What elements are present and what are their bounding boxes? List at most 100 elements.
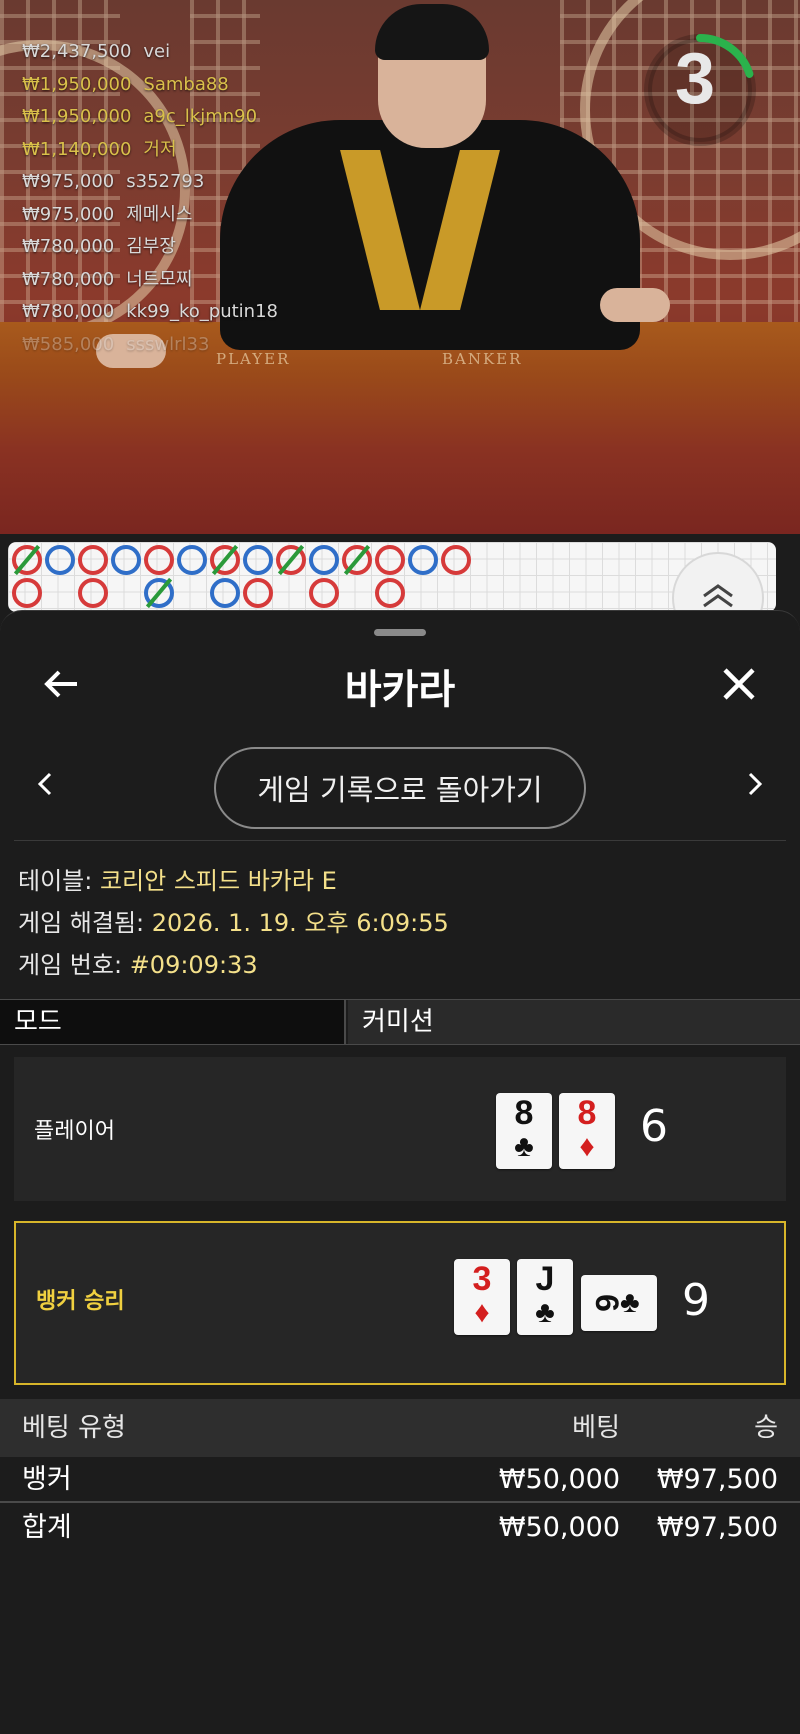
sheet-title: 바카라: [344, 667, 456, 713]
dealer: [220, 120, 640, 350]
winner-amount: ₩1,140,000: [22, 138, 132, 160]
banker-bead: [441, 545, 471, 575]
winner-amount: ₩975,000: [22, 171, 115, 192]
player-bead: [243, 545, 273, 575]
winner-amount: ₩780,000: [22, 268, 115, 290]
table-label-banker: BANKER: [442, 350, 523, 368]
game-number-label: 게임 번호:: [18, 951, 123, 979]
playing-card-sideways: 6 ♣: [581, 1275, 657, 1331]
banker-hand: 뱅커 승리 3 ♦ J ♣ 6 ♣ 9: [14, 1221, 786, 1385]
chevron-left-icon: [37, 772, 52, 796]
player-bead: [177, 545, 207, 575]
player-hand: 플레이어 8 ♣ 8 ♦ 6: [14, 1057, 786, 1201]
winner-name: s352793: [126, 171, 205, 192]
timer-countdown: 3: [674, 39, 716, 119]
total-row: 합계 ₩50,000 ₩97,500: [0, 1505, 800, 1551]
winner-name: 제메시스: [126, 203, 193, 225]
chevron-double-up-icon: [703, 584, 733, 608]
top-winner-row: ₩585,000 ssswlrl33: [22, 329, 278, 362]
banker-bead: [144, 545, 174, 575]
player-bead: [45, 545, 75, 575]
mode-label: 모드: [0, 1000, 346, 1044]
winner-amount: ₩2,437,500: [22, 41, 132, 62]
next-game-button[interactable]: [740, 769, 770, 799]
winner-name: 거저: [143, 138, 177, 160]
winner-amount: ₩975,000: [22, 203, 115, 225]
top-winner-row: ₩1,140,000 거저: [22, 134, 278, 167]
banker-bead: [375, 578, 405, 608]
top-winner-row: ₩780,000 김부장: [22, 231, 278, 264]
resolved-time-info: 게임 해결됨: 2026. 1. 19. 오후 6:09:55: [18, 903, 449, 938]
top-winner-row: ₩780,000 kk99_ko_putin18: [22, 296, 278, 329]
total-win-amount: ₩97,500: [656, 1512, 778, 1543]
banker-score: 9: [682, 1275, 710, 1326]
winner-amount: ₩780,000: [22, 301, 115, 322]
player-bead: [210, 578, 240, 608]
chevron-right-icon: [748, 772, 763, 796]
close-icon: [723, 668, 755, 700]
playing-card: 8 ♦: [559, 1093, 615, 1169]
playing-card: J ♣: [517, 1259, 573, 1335]
banker-bead: [78, 545, 108, 575]
card-rank: 6: [589, 1294, 626, 1312]
top-winner-row: ₩1,950,000 Samba88: [22, 69, 278, 102]
close-button[interactable]: [716, 661, 762, 707]
winner-name: a9c_lkjmn90: [143, 106, 258, 127]
resolved-time-value: 2026. 1. 19. 오후 6:09:55: [151, 909, 449, 937]
dealer-hand: [600, 288, 670, 322]
winner-name: kk99_ko_putin18: [126, 301, 278, 322]
total-label: 합계: [22, 1512, 72, 1543]
win-amount-header: 승: [754, 1413, 778, 1443]
banker-win-label: 뱅커 승리: [36, 1289, 125, 1314]
winner-amount: ₩1,950,000: [22, 73, 132, 95]
playing-card: 8 ♣: [496, 1093, 552, 1169]
table-info-label: 테이블:: [18, 867, 93, 895]
diamond-suit-icon: ♦: [474, 1296, 490, 1329]
winner-name: 김부장: [126, 236, 176, 257]
divider: [14, 840, 786, 841]
bet-type-header: 베팅 유형: [22, 1413, 126, 1443]
club-suit-icon: ♣: [535, 1296, 555, 1329]
card-rank: 8: [514, 1094, 534, 1132]
top-winners-list: ₩2,437,500 vei ₩1,950,000 Samba88 ₩1,950,0…: [22, 36, 278, 361]
game-number-value: #09:09:33: [129, 951, 258, 979]
table-row: 뱅커 ₩50,000 ₩97,500: [0, 1457, 800, 1503]
bead-road-map[interactable]: [8, 542, 776, 612]
player-label: 플레이어: [34, 1119, 115, 1144]
banker-bead: [243, 578, 273, 608]
winner-amount: ₩585,000: [22, 333, 115, 355]
game-number-info: 게임 번호: #09:09:33: [18, 945, 258, 980]
dealer-hair: [375, 4, 489, 60]
sheet-drag-handle[interactable]: [374, 629, 426, 636]
playing-card: 3 ♦: [454, 1259, 510, 1335]
player-score: 6: [640, 1101, 668, 1152]
club-suit-icon: ♣: [514, 1130, 534, 1163]
previous-game-button[interactable]: [30, 769, 60, 799]
top-winner-row: ₩780,000 너트모찌: [22, 264, 278, 297]
mode-value: 커미션: [348, 1000, 800, 1044]
card-rank: 8: [577, 1094, 597, 1132]
banker-bead: [78, 578, 108, 608]
resolved-time-label: 게임 해결됨:: [18, 909, 145, 937]
game-history-sheet: 바카라 게임 기록으로 돌아가기 테이블: 코리안 스피드 바카라 E 게임 해…: [0, 610, 800, 1734]
top-winner-row: ₩975,000 s352793: [22, 166, 278, 199]
back-to-history-button[interactable]: 게임 기록으로 돌아가기: [214, 747, 586, 829]
table-info-value: 코리안 스피드 바카라 E: [99, 867, 337, 895]
top-winner-row: ₩1,950,000 a9c_lkjmn90: [22, 101, 278, 134]
winner-name: Samba88: [143, 73, 229, 95]
card-rank: 3: [472, 1260, 492, 1298]
top-winner-row: ₩2,437,500 vei: [22, 36, 278, 69]
bet-table-header: 베팅 유형 베팅 승: [0, 1399, 800, 1457]
banker-bead: [309, 578, 339, 608]
player-bead: [408, 545, 438, 575]
diamond-suit-icon: ♦: [579, 1130, 595, 1163]
winner-amount: ₩780,000: [22, 236, 115, 257]
win-amount-cell: ₩97,500: [656, 1464, 778, 1495]
winner-amount: ₩1,950,000: [22, 106, 132, 127]
bet-type-cell: 뱅커: [22, 1464, 72, 1495]
table-info: 테이블: 코리안 스피드 바카라 E: [18, 861, 337, 896]
winner-name: vei: [143, 41, 171, 62]
mode-row: 모드 커미션: [0, 999, 800, 1045]
live-video-stream: PLAYER BANKER ₩2,437,500 vei ₩1,950,000 Sa…: [0, 0, 800, 534]
card-rank: J: [535, 1260, 555, 1298]
